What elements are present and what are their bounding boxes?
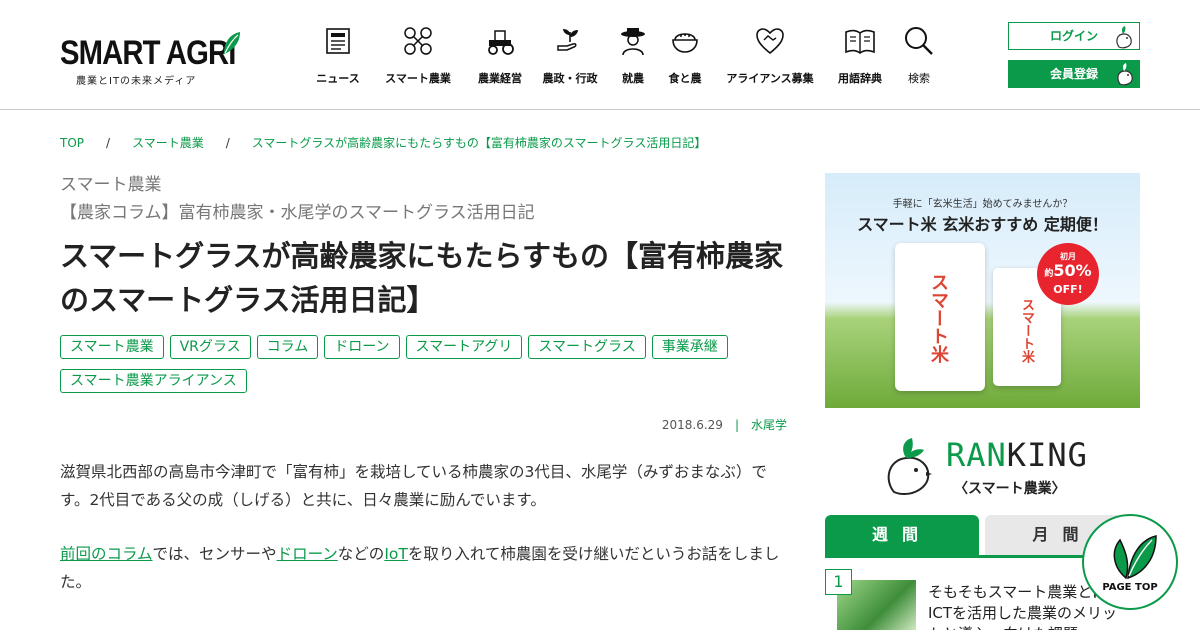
drone-icon bbox=[404, 27, 432, 55]
page-top-label: PAGE TOP bbox=[1102, 582, 1158, 593]
ranking-subtitle: 〈スマート農業〉 bbox=[954, 481, 1066, 497]
page-top-button[interactable]: PAGE TOP bbox=[1082, 514, 1178, 610]
site-header: SMART AGRI 農業とITの未来メディア ニュース スマート農業 農業経営… bbox=[0, 0, 1200, 110]
tag[interactable]: VRグラス bbox=[169, 335, 251, 359]
previous-column-link[interactable]: 前回のコラム bbox=[60, 545, 153, 563]
article-date: 2018.6.29 bbox=[661, 418, 723, 432]
breadcrumb-current[interactable]: スマートグラスが高齢農家にもたらすもの【富有柿農家のスマートグラス活用日記】 bbox=[252, 136, 707, 150]
nav-shuno[interactable]: 就農 bbox=[618, 26, 648, 86]
rank-number: 1 bbox=[825, 569, 852, 595]
article-paragraph: 滋賀県北西部の高島市今津町で「富有柿」を栽培している柿農家の3代目、水尾学（みず… bbox=[60, 463, 767, 509]
leaf-icon bbox=[224, 32, 240, 54]
article-title: スマートグラスが高齢農家にもたらすもの【富有柿農家のスマートグラス活用日記】 bbox=[60, 239, 783, 317]
chick-icon bbox=[1116, 26, 1132, 49]
nav-news[interactable]: ニュース bbox=[308, 26, 368, 86]
heart-handshake-icon bbox=[756, 28, 784, 55]
tag-list: スマート農業 VRグラス コラム ドローン スマートアグリ スマートグラス 事業承継スマート… bbox=[60, 335, 790, 403]
nav-smart-agri[interactable]: スマート農業 bbox=[380, 26, 456, 86]
article-meta: 2018.6.29 | 水尾学 bbox=[661, 418, 787, 432]
tab-weekly[interactable]: 週間 bbox=[825, 515, 979, 557]
drone-link[interactable]: ドローン bbox=[277, 545, 338, 563]
tag[interactable]: スマート農業アライアンス bbox=[60, 369, 247, 393]
breadcrumb-top[interactable]: TOP bbox=[60, 136, 84, 150]
nav-alliance[interactable]: アライアンス募集 bbox=[724, 26, 816, 86]
article-author[interactable]: 水尾学 bbox=[751, 418, 787, 432]
discount-badge: 初月 約50% OFF! bbox=[1037, 243, 1099, 305]
nav-policy[interactable]: 農政・行政 bbox=[538, 26, 602, 86]
site-logo[interactable]: SMART AGRI 農業とITの未来メディア bbox=[60, 30, 250, 88]
iot-link[interactable]: IoT bbox=[384, 545, 408, 563]
rice-bowl-icon bbox=[672, 33, 698, 53]
ad-tagline: 手軽に「玄米生活」始めてみませんか？ bbox=[892, 199, 1073, 210]
article-series: 【農家コラム】富有柿農家・水尾学のスマートグラス活用日記 bbox=[60, 203, 535, 223]
tag[interactable]: スマートアグリ bbox=[405, 335, 523, 359]
ad-headline: スマート米 玄米おすすめ 定期便！ bbox=[857, 215, 1108, 234]
register-button[interactable]: 会員登録 bbox=[1008, 60, 1140, 88]
chick-mascot-icon bbox=[887, 438, 932, 496]
tag[interactable]: 事業承継 bbox=[651, 335, 728, 359]
tag[interactable]: スマート農業 bbox=[60, 335, 164, 359]
breadcrumb: TOP / スマート農業 / スマートグラスが高齢農家にもたらすもの【富有柿農家のスマー… bbox=[60, 136, 707, 150]
breadcrumb-category[interactable]: スマート農業 bbox=[132, 136, 204, 150]
book-icon bbox=[845, 29, 875, 54]
tag[interactable]: スマートグラス bbox=[528, 335, 646, 359]
farmer-icon bbox=[621, 28, 645, 56]
chick-icon bbox=[1117, 63, 1133, 86]
tag[interactable]: コラム bbox=[256, 335, 319, 359]
article-category: スマート農業 bbox=[60, 175, 162, 195]
logo-text: SMART AGRI bbox=[60, 34, 236, 72]
tractor-icon bbox=[488, 30, 514, 55]
ranking-title: RANKING bbox=[946, 436, 1088, 474]
nav-management[interactable]: 農業経営 bbox=[470, 26, 530, 86]
tag[interactable]: ドローン bbox=[324, 335, 400, 359]
nav-glossary[interactable]: 用語辞典 bbox=[834, 26, 886, 86]
login-button[interactable]: ログイン bbox=[1008, 22, 1140, 50]
nav-search[interactable]: 検索 bbox=[902, 26, 936, 86]
nav-food[interactable]: 食と農 bbox=[666, 26, 704, 86]
ranking-heading: RANKING 〈スマート農業〉 bbox=[884, 436, 1094, 497]
newspaper-icon bbox=[326, 28, 350, 54]
article-paragraph: 前回のコラムでは、センサーやドローンなどのIoTを取り入れて柿農園を受け継いだと… bbox=[60, 545, 780, 591]
sidebar-ad-banner[interactable]: 手軽に「玄米生活」始めてみませんか？ スマート米 玄米おすすめ 定期便！ スマー… bbox=[825, 173, 1140, 408]
rice-bag-image: スマート米 bbox=[895, 243, 985, 391]
sprout-hand-icon bbox=[557, 29, 578, 51]
search-icon bbox=[905, 27, 933, 55]
leaf-icon bbox=[1113, 535, 1157, 580]
logo-tagline: 農業とITの未来メディア bbox=[76, 76, 197, 87]
